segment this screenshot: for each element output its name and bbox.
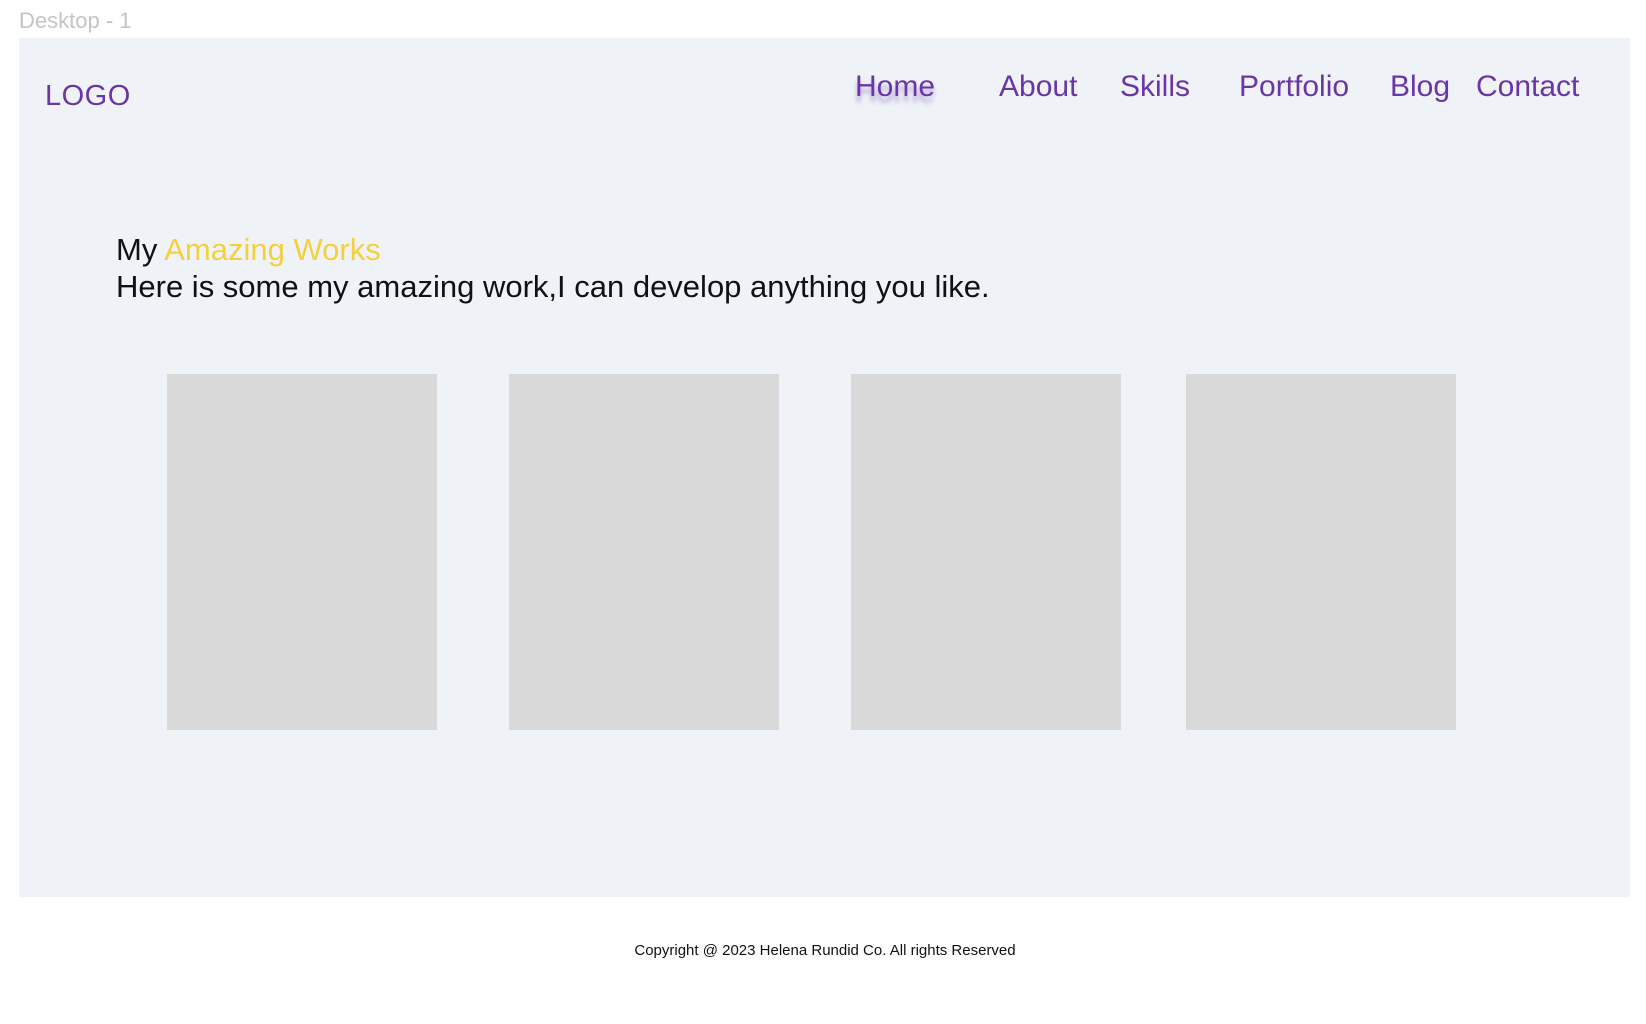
nav-link-blog[interactable]: Blog (1390, 70, 1450, 104)
desktop-frame: LOGO Home About Skills Portfolio Blog Co… (19, 38, 1630, 897)
main-nav: Home About Skills Portfolio Blog Contact (19, 70, 1630, 110)
section-title-prefix: My (116, 232, 165, 267)
portfolio-card-2[interactable] (509, 374, 779, 730)
section-subtitle: Here is some my amazing work,I can devel… (116, 269, 990, 304)
section-title-accent: Amazing Works (164, 232, 381, 267)
frame-label: Desktop - 1 (19, 8, 132, 33)
portfolio-card-1[interactable] (167, 374, 437, 730)
portfolio-card-3[interactable] (851, 374, 1121, 730)
section-title: My Amazing Works (116, 231, 381, 268)
nav-link-skills[interactable]: Skills (1120, 70, 1190, 104)
nav-link-portfolio[interactable]: Portfolio (1239, 70, 1349, 104)
portfolio-card-4[interactable] (1186, 374, 1456, 730)
footer-copyright: Copyright @ 2023 Helena Rundid Co. All r… (634, 942, 1016, 959)
nav-link-about[interactable]: About (999, 70, 1077, 104)
nav-link-contact[interactable]: Contact (1476, 70, 1579, 104)
nav-link-home[interactable]: Home (855, 70, 935, 104)
